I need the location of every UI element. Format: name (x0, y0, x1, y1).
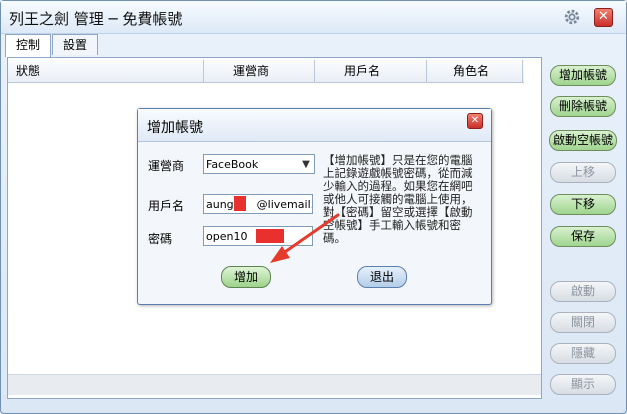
dialog-close-icon[interactable]: ✕ (467, 113, 483, 129)
move-up-button[interactable]: 上移 (550, 162, 616, 183)
password-prefix: open10 (206, 230, 248, 243)
help-text: 【增加帳號】只是在您的電腦上記錄遊戲帳號密碼，從而減少輸入的過程。如果您在網吧或… (323, 153, 473, 245)
horizontal-scrollbar[interactable] (8, 374, 541, 395)
username-label: 用戶名 (148, 199, 185, 213)
password-label: 密碼 (148, 232, 173, 246)
hide-button[interactable]: 隱藏 (550, 343, 616, 364)
username-suffix: @livemail.tw (256, 198, 312, 211)
title-bar: 列王之劍 管理 ─ 免費帳號 ✕ (1, 1, 626, 34)
column-username[interactable]: 用戶名 (344, 60, 380, 82)
operator-select[interactable]: FaceBook ▼ (203, 154, 315, 174)
username-field[interactable]: aung0@livemail.tw (203, 194, 313, 214)
show-button[interactable]: 顯示 (550, 374, 616, 395)
move-down-button[interactable]: 下移 (550, 194, 616, 215)
gear-icon[interactable] (563, 8, 581, 26)
redaction-mark (234, 196, 246, 211)
start-empty-account-button[interactable]: 啟動空帳號 (549, 130, 617, 151)
add-account-dialog: 增加帳號 ✕ 運營商 FaceBook ▼ 用戶名 aung0 @livemail… (137, 108, 492, 305)
dialog-title: 增加帳號 (147, 120, 203, 136)
operator-value: FaceBook (206, 158, 259, 171)
close-icon[interactable]: ✕ (594, 8, 613, 27)
operator-label: 運營商 (148, 159, 185, 173)
chevron-down-icon: ▼ (302, 159, 310, 170)
tab-control[interactable]: 控制 (5, 34, 51, 57)
dialog-title-bar: 增加帳號 ✕ (138, 109, 491, 142)
delete-account-button[interactable]: 刪除帳號 (550, 96, 616, 117)
table-header: 狀態 運營商 用戶名 角色名 (8, 60, 524, 83)
column-role[interactable]: 角色名 (453, 60, 489, 82)
column-operator[interactable]: 運營商 (233, 60, 269, 82)
save-button[interactable]: 保存 (550, 226, 616, 247)
dialog-exit-button[interactable]: 退出 (357, 266, 407, 288)
tab-settings[interactable]: 設置 (52, 34, 98, 55)
redaction-mark (256, 229, 284, 243)
close-button[interactable]: 關閉 (550, 312, 616, 333)
window-title: 列王之劍 管理 ─ 免費帳號 (9, 10, 183, 28)
column-status[interactable]: 狀態 (16, 60, 40, 82)
dialog-add-button[interactable]: 增加 (221, 266, 271, 288)
add-account-button[interactable]: 增加帳號 (550, 65, 616, 86)
start-button[interactable]: 啟動 (550, 281, 616, 302)
